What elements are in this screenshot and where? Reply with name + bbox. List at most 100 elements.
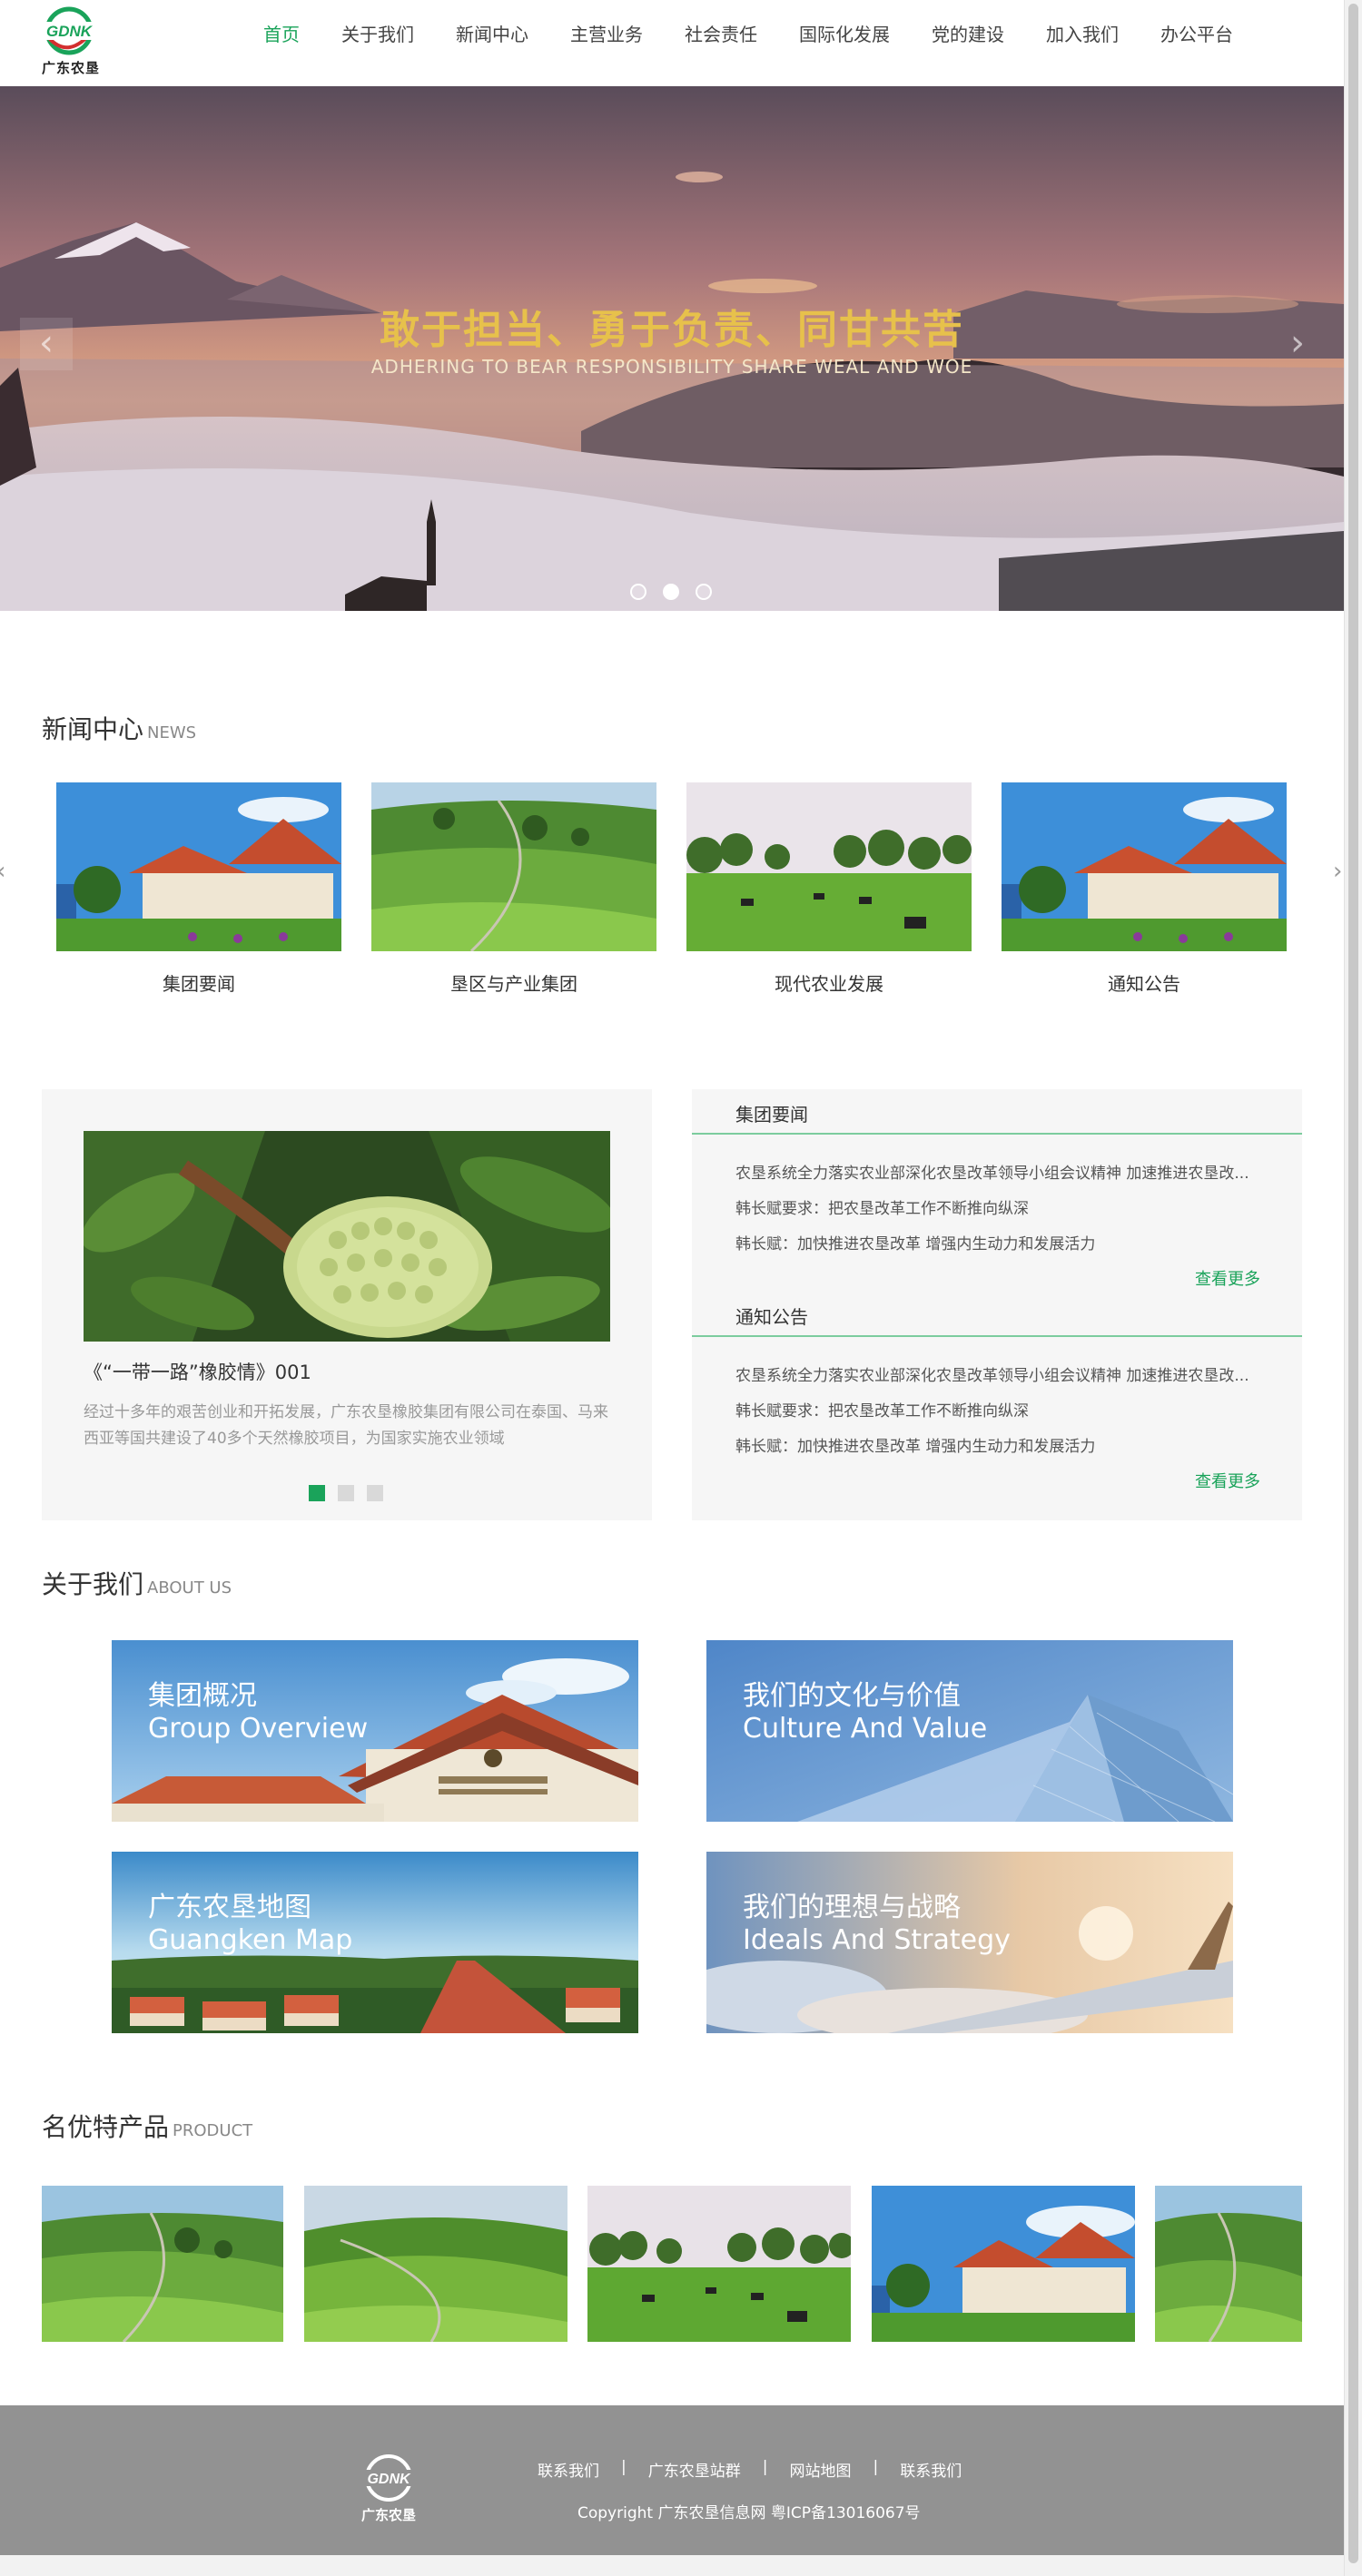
news-next-arrow-icon[interactable]: › bbox=[1333, 858, 1342, 885]
feature-description: 经过十多年的艰苦创业和开拓发展，广东农垦橡胶集团有限公司在泰国、马来西亚等国共建… bbox=[84, 1403, 608, 1448]
nav-item[interactable]: 加入我们 bbox=[1046, 20, 1119, 46]
banner-next-arrow-icon[interactable]: › bbox=[1271, 318, 1324, 370]
hero-banner[interactable]: 敢于担当、勇于负责、同甘共苦 ADHERING TO BEAR RESPONSI… bbox=[0, 86, 1344, 611]
product-hills-image bbox=[1155, 2186, 1302, 2342]
banner-subtitle: ADHERING TO BEAR RESPONSIBILITY SHARE WE… bbox=[370, 356, 973, 378]
feature-caption[interactable]: 《“一带一路”橡胶情》001 bbox=[84, 1358, 311, 1385]
news-list-heading[interactable]: 通知公告 bbox=[735, 1303, 808, 1329]
tile-culture-value-cn: 我们的文化与价值 bbox=[743, 1680, 961, 1712]
feature-pagination bbox=[309, 1485, 396, 1501]
tile-guangken-map[interactable]: 广东农垦地图 Guangken Map bbox=[112, 1852, 638, 2033]
news-card-image bbox=[686, 782, 972, 951]
footer-link[interactable]: 广东农垦站群 bbox=[648, 2458, 741, 2481]
news-list-item[interactable]: 农垦系统全力落实农业部深化农垦改革领导小组会议精神 加速推进农垦改... bbox=[735, 1160, 1262, 1183]
page-bottom-strip bbox=[0, 2555, 1344, 2576]
main-nav: 首页 关于我们 新闻中心 主营业务 社会责任 国际化发展 党的建设 加入我们 办公平台 bbox=[263, 20, 1275, 46]
product-valley-image bbox=[304, 2186, 568, 2342]
product-pasture-image bbox=[587, 2186, 851, 2342]
nav-item[interactable]: 关于我们 bbox=[341, 20, 414, 46]
tile-group-overview[interactable]: 集团概况 Group Overview bbox=[112, 1640, 638, 1822]
banner-prev-arrow-icon[interactable]: ‹ bbox=[20, 318, 73, 370]
nav-item[interactable]: 主营业务 bbox=[570, 20, 643, 46]
tile-group-overview-en: Group Overview bbox=[148, 1713, 369, 1745]
site-logo[interactable]: GDNK 广东农垦 bbox=[38, 4, 111, 76]
footer-link[interactable]: 联系我们 bbox=[538, 2458, 599, 2481]
footer-logo-emblem-icon: GDNK bbox=[361, 2454, 416, 2502]
news-card[interactable]: 现代农业发展 bbox=[686, 782, 972, 996]
news-list-item[interactable]: 韩长赋：加快推进农垦改革 增强内生动力和发展活力 bbox=[735, 1433, 1262, 1456]
product-item[interactable] bbox=[42, 2186, 283, 2342]
product-section-title: 名优特产品 PRODUCT bbox=[42, 2108, 252, 2144]
product-hills-image bbox=[42, 2186, 283, 2342]
nav-item[interactable]: 首页 bbox=[263, 20, 300, 46]
scrollbar-thumb[interactable] bbox=[1348, 4, 1358, 2563]
banner-dot[interactable] bbox=[630, 584, 646, 600]
footer-logo-mark-text: GDNK bbox=[367, 2472, 411, 2487]
news-list-item[interactable]: 韩长赋：加快推进农垦改革 增强内生动力和发展活力 bbox=[735, 1231, 1262, 1254]
news-list-block: 集团要闻农垦系统全力落实农业部深化农垦改革领导小组会议精神 加速推进农垦改...… bbox=[692, 1089, 1302, 1292]
news-card[interactable]: 通知公告 bbox=[1002, 782, 1287, 996]
site-footer: GDNK 广东农垦 联系我们 | 广东农垦站群 | 网站地图 | 联系我们 Copyrigh… bbox=[0, 2405, 1344, 2555]
about-title-en: ABOUT US bbox=[147, 1578, 232, 1598]
product-item[interactable] bbox=[872, 2186, 1135, 2342]
nav-item[interactable]: 国际化发展 bbox=[799, 20, 890, 46]
nav-item[interactable]: 党的建设 bbox=[932, 20, 1004, 46]
view-more-link[interactable]: 查看更多 bbox=[1195, 1266, 1260, 1290]
feature-page-indicator[interactable] bbox=[309, 1485, 325, 1501]
footer-logo-text: 广东农垦 bbox=[360, 2507, 416, 2523]
news-card-label: 现代农业发展 bbox=[775, 973, 883, 995]
news-list-block: 通知公告农垦系统全力落实农业部深化农垦改革领导小组会议精神 加速推进农垦改...… bbox=[692, 1292, 1302, 1494]
tile-ideals-strategy[interactable]: 我们的理想与战略 Ideals And Strategy bbox=[706, 1852, 1233, 2033]
news-list-heading[interactable]: 集团要闻 bbox=[735, 1100, 808, 1126]
footer-link-separator: | bbox=[873, 2458, 879, 2476]
tile-ideals-strategy-en: Ideals And Strategy bbox=[743, 1924, 1011, 1956]
tile-guangken-map-cn: 广东农垦地图 bbox=[148, 1892, 311, 1923]
news-prev-arrow-icon[interactable]: ‹ bbox=[0, 858, 5, 885]
about-title-cn: 关于我们 bbox=[42, 1569, 144, 1599]
tile-guangken-map-en: Guangken Map bbox=[148, 1924, 353, 1956]
view-more-link[interactable]: 查看更多 bbox=[1195, 1469, 1260, 1492]
rubber-fruit-image[interactable] bbox=[84, 1131, 610, 1342]
nav-item[interactable]: 社会责任 bbox=[685, 20, 757, 46]
tile-ideals-strategy-cn: 我们的理想与战略 bbox=[743, 1892, 961, 1923]
news-card-label: 垦区与产业集团 bbox=[450, 973, 577, 995]
footer-links: 联系我们 | 广东农垦站群 | 网站地图 | 联系我们 bbox=[538, 2458, 962, 2481]
site-header: GDNK 广东农垦 首页 关于我们 新闻中心 主营业务 社会责任 国际化发展 党的建设 加入我… bbox=[0, 0, 1344, 86]
news-card[interactable]: 垦区与产业集团 bbox=[371, 782, 656, 996]
news-card-label: 集团要闻 bbox=[163, 973, 235, 995]
news-card[interactable]: 集团要闻 bbox=[56, 782, 341, 996]
product-title-en: PRODUCT bbox=[173, 2121, 253, 2140]
product-item[interactable] bbox=[1155, 2186, 1302, 2342]
footer-logo[interactable]: GDNK 广东农垦 bbox=[354, 2451, 423, 2527]
product-item[interactable] bbox=[587, 2186, 851, 2342]
banner-dot[interactable] bbox=[663, 584, 679, 600]
nav-item[interactable]: 新闻中心 bbox=[456, 20, 528, 46]
banner-pagination bbox=[630, 584, 728, 600]
tile-culture-value-en: Culture And Value bbox=[743, 1713, 988, 1745]
feature-page-indicator[interactable] bbox=[338, 1485, 354, 1501]
tile-culture-value[interactable]: 我们的文化与价值 Culture And Value bbox=[706, 1640, 1233, 1822]
nav-item[interactable]: 办公平台 bbox=[1160, 20, 1233, 46]
page-scrollbar[interactable] bbox=[1344, 0, 1362, 2576]
news-card-label: 通知公告 bbox=[1108, 973, 1180, 995]
news-list-item[interactable]: 韩长赋要求：把农垦改革工作不断推向纵深 bbox=[735, 1398, 1262, 1421]
news-list-item[interactable]: 韩长赋要求：把农垦改革工作不断推向纵深 bbox=[735, 1195, 1262, 1218]
news-list-item[interactable]: 农垦系统全力落实农业部深化农垦改革领导小组会议精神 加速推进农垦改... bbox=[735, 1362, 1262, 1385]
feature-page-indicator[interactable] bbox=[367, 1485, 383, 1501]
news-card-image bbox=[371, 782, 656, 953]
footer-link[interactable]: 网站地图 bbox=[789, 2458, 851, 2481]
product-building-image bbox=[872, 2186, 1135, 2342]
product-title-cn: 名优特产品 bbox=[42, 2112, 170, 2142]
news-list-divider bbox=[692, 1133, 1302, 1135]
tile-group-overview-cn: 集团概况 bbox=[148, 1680, 257, 1712]
news-list-divider bbox=[692, 1335, 1302, 1337]
footer-link[interactable]: 联系我们 bbox=[900, 2458, 962, 2481]
about-section-title: 关于我们 ABOUT US bbox=[42, 1565, 232, 1601]
footer-link-separator: | bbox=[621, 2458, 627, 2476]
footer-copyright: Copyright 广东农垦信息网 粤ICP备13016067号 bbox=[577, 2504, 921, 2522]
news-section-title: 新闻中心 NEWS bbox=[42, 710, 196, 746]
banner-dot[interactable] bbox=[696, 584, 712, 600]
news-card-image bbox=[1002, 782, 1287, 951]
product-item[interactable] bbox=[304, 2186, 568, 2342]
news-card-image bbox=[56, 782, 341, 951]
